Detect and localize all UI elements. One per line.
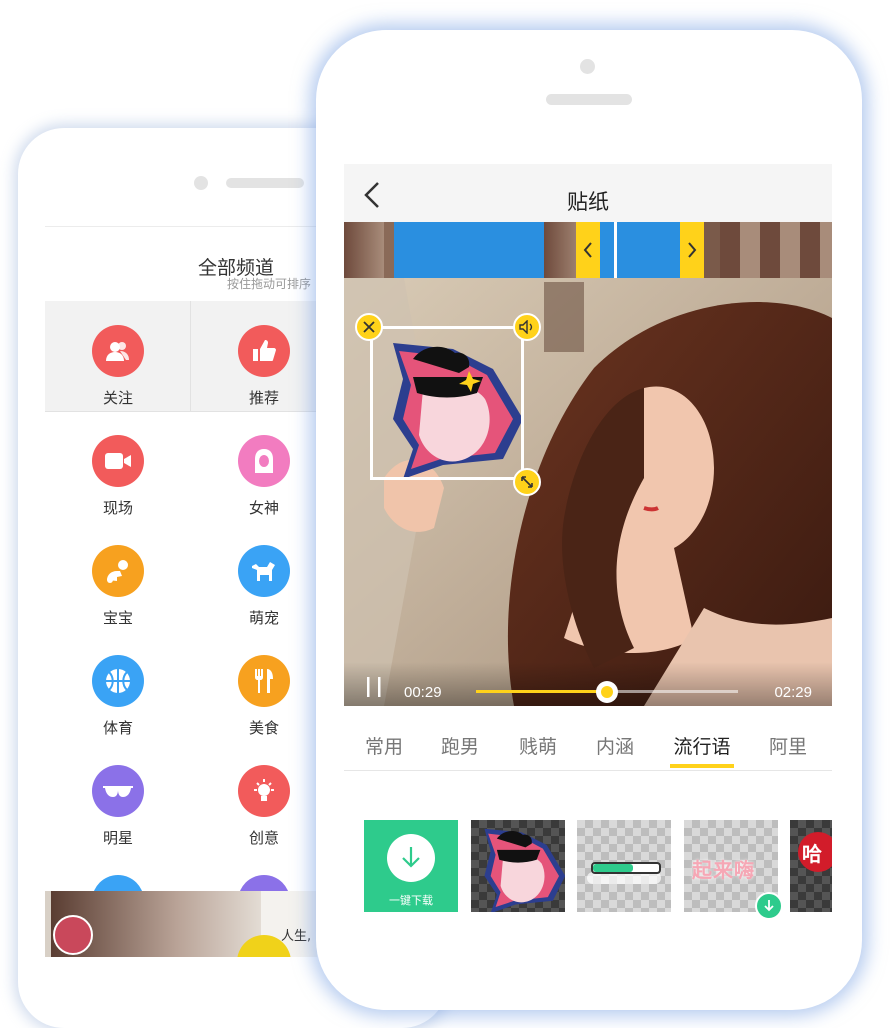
video-camera-icon [92,435,144,487]
sticker-selection-box[interactable] [370,326,524,480]
total-time: 02:29 [774,684,812,701]
feed-snippet: 人生, [281,929,312,944]
tab-cute[interactable]: 贱萌 [498,732,578,759]
pause-icon[interactable] [364,676,384,698]
download-all-label: 一键下载 [389,894,433,907]
baby-icon [92,545,144,597]
playhead[interactable] [614,222,617,278]
tab-ali[interactable]: 阿里 [748,732,828,759]
channel-item-creative[interactable]: 创意 [191,741,317,851]
channel-label: 推荐 [248,389,279,407]
download-progress [591,862,661,874]
download-icon [387,834,435,882]
channel-label: 体育 [102,719,133,737]
channels-hint: 按住拖动可排序 [226,277,311,291]
video-timeline[interactable] [344,222,832,278]
channels-screen: 全部频道 按住拖动可排序 关注 推荐 现场 女神 宝宝 萌宠 体育 美食 明星 … [45,226,317,957]
resize-icon[interactable] [513,468,541,496]
video-preview[interactable]: 00:29 02:29 [344,278,832,706]
progress-knob[interactable] [596,681,618,703]
channel-label: 关注 [102,389,133,407]
channel-label: 萌宠 [248,609,279,627]
close-icon[interactable] [355,313,383,341]
channel-item-recommend[interactable]: 推荐 [191,301,317,411]
channel-label: 明星 [102,829,133,847]
channel-item-live[interactable]: 现场 [45,411,191,521]
sticker-tile[interactable] [471,820,565,912]
avatar[interactable] [53,915,93,955]
page-title: 贴纸 [567,190,609,214]
progress-track[interactable] [476,681,738,703]
sticker-tile[interactable]: 哈 [790,820,832,912]
player-controls: 00:29 02:29 [344,662,832,706]
sound-icon[interactable] [513,313,541,341]
woman-icon [238,435,290,487]
speaker-grille [546,94,632,105]
channel-label: 宝宝 [102,609,133,627]
channel-item-pets[interactable]: 萌宠 [191,521,317,631]
download-all-button[interactable]: 一键下载 [364,820,458,912]
feed-preview: 人生, [45,891,317,957]
trim-handle-left[interactable] [576,222,600,278]
sticker-segment [394,222,544,278]
progress-fill [476,690,607,693]
sticker-text: 哈 [802,842,822,866]
sunglasses-icon [92,765,144,817]
basketball-icon [92,655,144,707]
camera-dot [194,176,208,190]
dog-icon [238,545,290,597]
sticker-tile-downloading[interactable] [577,820,671,912]
nav-bar: 贴纸 [344,164,832,222]
grid-divider [190,301,191,411]
lightbulb-icon [238,765,290,817]
tab-implication[interactable]: 内涵 [575,732,655,759]
active-tab-indicator [670,764,734,768]
tab-buzzwords[interactable]: 流行语 [662,732,742,759]
channel-label: 女神 [248,499,279,517]
current-time: 00:29 [404,684,442,701]
sticker-editor-screen: 贴纸 00:29 02:29 常用 跑男 贱萌 内涵 流行语 阿里 一键下载 起… [344,164,832,956]
fork-knife-icon [238,655,290,707]
channel-item-food[interactable]: 美食 [191,631,317,741]
channel-item-sports[interactable]: 体育 [45,631,191,741]
tab-running-man[interactable]: 跑男 [420,732,500,759]
users-icon [92,325,144,377]
speaker-grille [226,178,304,188]
thumbs-up-icon [238,325,290,377]
sticker-thumbnail [484,828,565,912]
camera-dot [580,59,595,74]
channel-label: 美食 [248,719,279,737]
sticker-segment-selected [598,222,682,278]
download-badge-icon[interactable] [755,892,783,920]
channel-item-stars[interactable]: 明星 [45,741,191,851]
channel-item-goddess[interactable]: 女神 [191,411,317,521]
channel-item-baby[interactable]: 宝宝 [45,521,191,631]
channel-label: 创意 [248,829,279,847]
tab-common[interactable]: 常用 [344,732,424,759]
sticker-list: 一键下载 起来嗨 哈 [364,820,832,920]
channel-label: 现场 [102,499,133,517]
sticker-category-tabs: 常用 跑男 贱萌 内涵 流行语 阿里 [344,724,832,771]
sticker-text: 起来嗨 [692,858,755,882]
sticker-image [393,343,521,477]
channel-item-follow[interactable]: 关注 [45,301,191,411]
trim-handle-right[interactable] [680,222,704,278]
